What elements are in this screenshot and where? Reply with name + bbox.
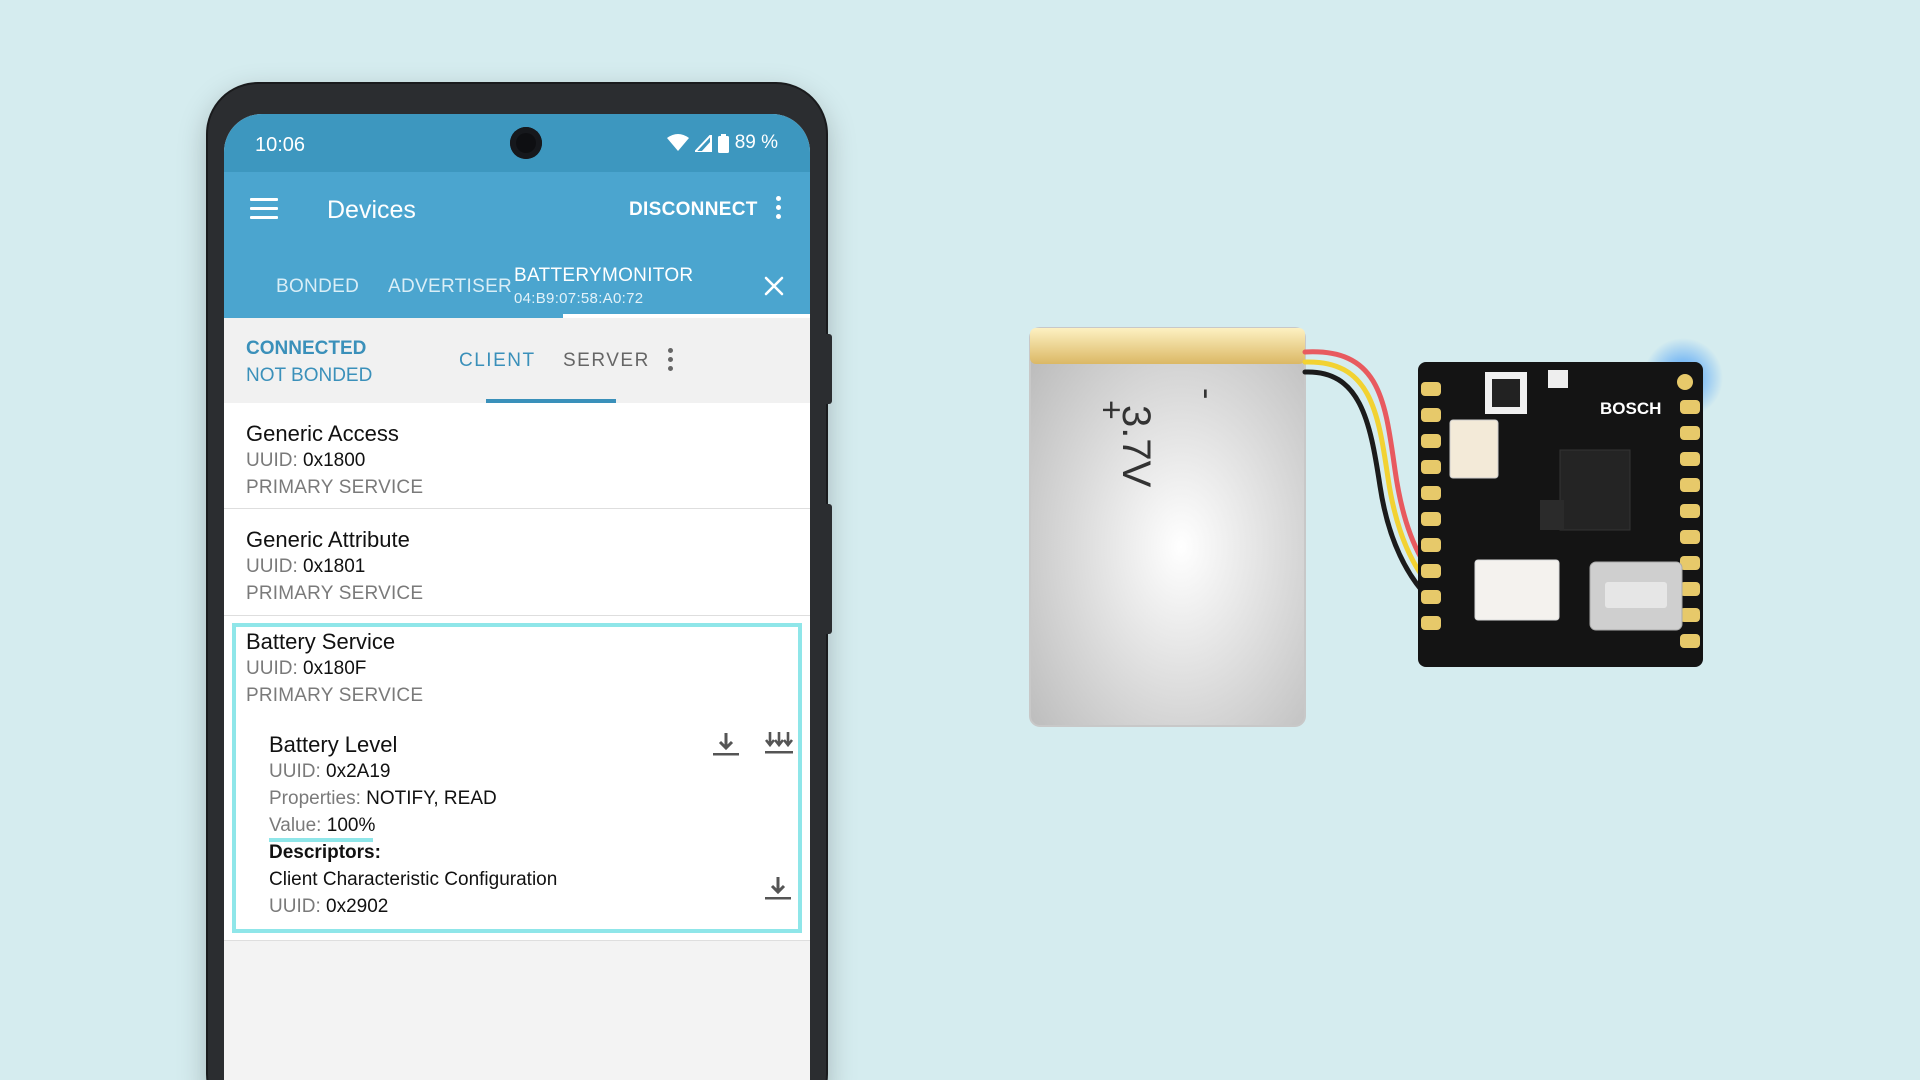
wifi-icon xyxy=(666,134,689,151)
tab-advertiser[interactable]: ADVERTISER xyxy=(388,276,512,298)
phone-screen: 10:06 89 % Devices DISCONNECT BONDED ADV… xyxy=(224,114,810,1080)
status-icons: 89 % xyxy=(666,132,778,154)
disconnect-button[interactable]: DISCONNECT xyxy=(629,199,758,221)
app-bar: Devices DISCONNECT xyxy=(224,172,810,252)
service-type: PRIMARY SERVICE xyxy=(246,583,424,604)
tab-device-name: BATTERYMONITOR xyxy=(514,265,694,286)
service-generic-attribute[interactable]: Generic Attribute UUID: 0x1801 PRIMARY S… xyxy=(224,509,810,615)
service-type: PRIMARY SERVICE xyxy=(246,685,424,706)
services-list: Generic Access UUID: 0x1800 PRIMARY SERV… xyxy=(224,403,810,1080)
tab-server[interactable]: SERVER xyxy=(563,350,650,372)
characteristic-properties: Properties: NOTIFY, READ xyxy=(269,788,497,809)
service-uuid: UUID: 0x1800 xyxy=(246,450,366,471)
connection-state: CONNECTED xyxy=(246,338,367,359)
service-uuid: UUID: 0x180F xyxy=(246,658,367,679)
phone-frame: 10:06 89 % Devices DISCONNECT BONDED ADV… xyxy=(208,84,832,1080)
notify-multiple-download-icon[interactable] xyxy=(764,729,794,757)
tab-client[interactable]: CLIENT xyxy=(459,350,536,372)
service-generic-access[interactable]: Generic Access UUID: 0x1800 PRIMARY SERV… xyxy=(224,403,810,508)
board-brand-label: BOSCH xyxy=(1600,399,1661,418)
service-uuid: UUID: 0x1801 xyxy=(246,556,366,577)
status-time: 10:06 xyxy=(255,134,306,156)
connection-bar: CONNECTED NOT BONDED CLIENT SERVER xyxy=(224,318,810,403)
close-icon[interactable] xyxy=(764,276,784,296)
divider xyxy=(224,940,810,941)
read-download-icon[interactable] xyxy=(712,731,740,757)
characteristic-value: Value: 100% xyxy=(269,815,376,836)
characteristic-name: Battery Level xyxy=(269,732,398,757)
phone-side-button xyxy=(826,334,832,404)
battery-minus-label: - xyxy=(1188,388,1226,399)
service-battery[interactable]: Battery Service UUID: 0x180F PRIMARY SER… xyxy=(232,623,802,933)
tab-bonded[interactable]: BONDED xyxy=(276,276,359,298)
descriptor-name: Client Characteristic Configuration xyxy=(269,869,558,890)
arduino-board: BOSCH xyxy=(1418,338,1723,667)
service-name: Generic Attribute xyxy=(246,527,410,552)
front-camera xyxy=(510,127,542,159)
page-title: Devices xyxy=(327,196,416,224)
descriptors-heading: Descriptors: xyxy=(269,842,381,863)
client-overflow-menu-icon[interactable] xyxy=(668,348,674,375)
service-name: Generic Access xyxy=(246,421,399,446)
hardware-illustration: + 3.7V - BOSCH xyxy=(1029,327,1723,727)
tab-device-address: 04:B9:07:58:A0:72 xyxy=(514,290,644,307)
overflow-menu-icon[interactable] xyxy=(776,196,782,223)
hamburger-menu-icon[interactable] xyxy=(250,198,278,220)
characteristic-uuid: UUID: 0x2A19 xyxy=(269,761,391,782)
bond-state: NOT BONDED xyxy=(246,365,373,386)
battery-icon xyxy=(717,133,729,153)
tab-batterymonitor[interactable]: BATTERYMONITOR 04:B9:07:58:A0:72 xyxy=(514,265,693,307)
service-name: Battery Service xyxy=(246,629,396,654)
descriptor-uuid: UUID: 0x2902 xyxy=(269,896,389,917)
cell-signal-icon xyxy=(694,134,712,152)
battery: + 3.7V - xyxy=(1029,327,1306,727)
service-type: PRIMARY SERVICE xyxy=(246,477,424,498)
device-tabs: BONDED ADVERTISER BATTERYMONITOR 04:B9:0… xyxy=(224,252,810,318)
battery-percent: 89 % xyxy=(734,132,778,153)
phone-volume-button xyxy=(826,504,832,634)
status-bar: 10:06 89 % xyxy=(224,114,810,172)
battery-voltage-label: 3.7V xyxy=(1114,405,1158,488)
descriptor-read-download-icon[interactable] xyxy=(764,875,792,901)
